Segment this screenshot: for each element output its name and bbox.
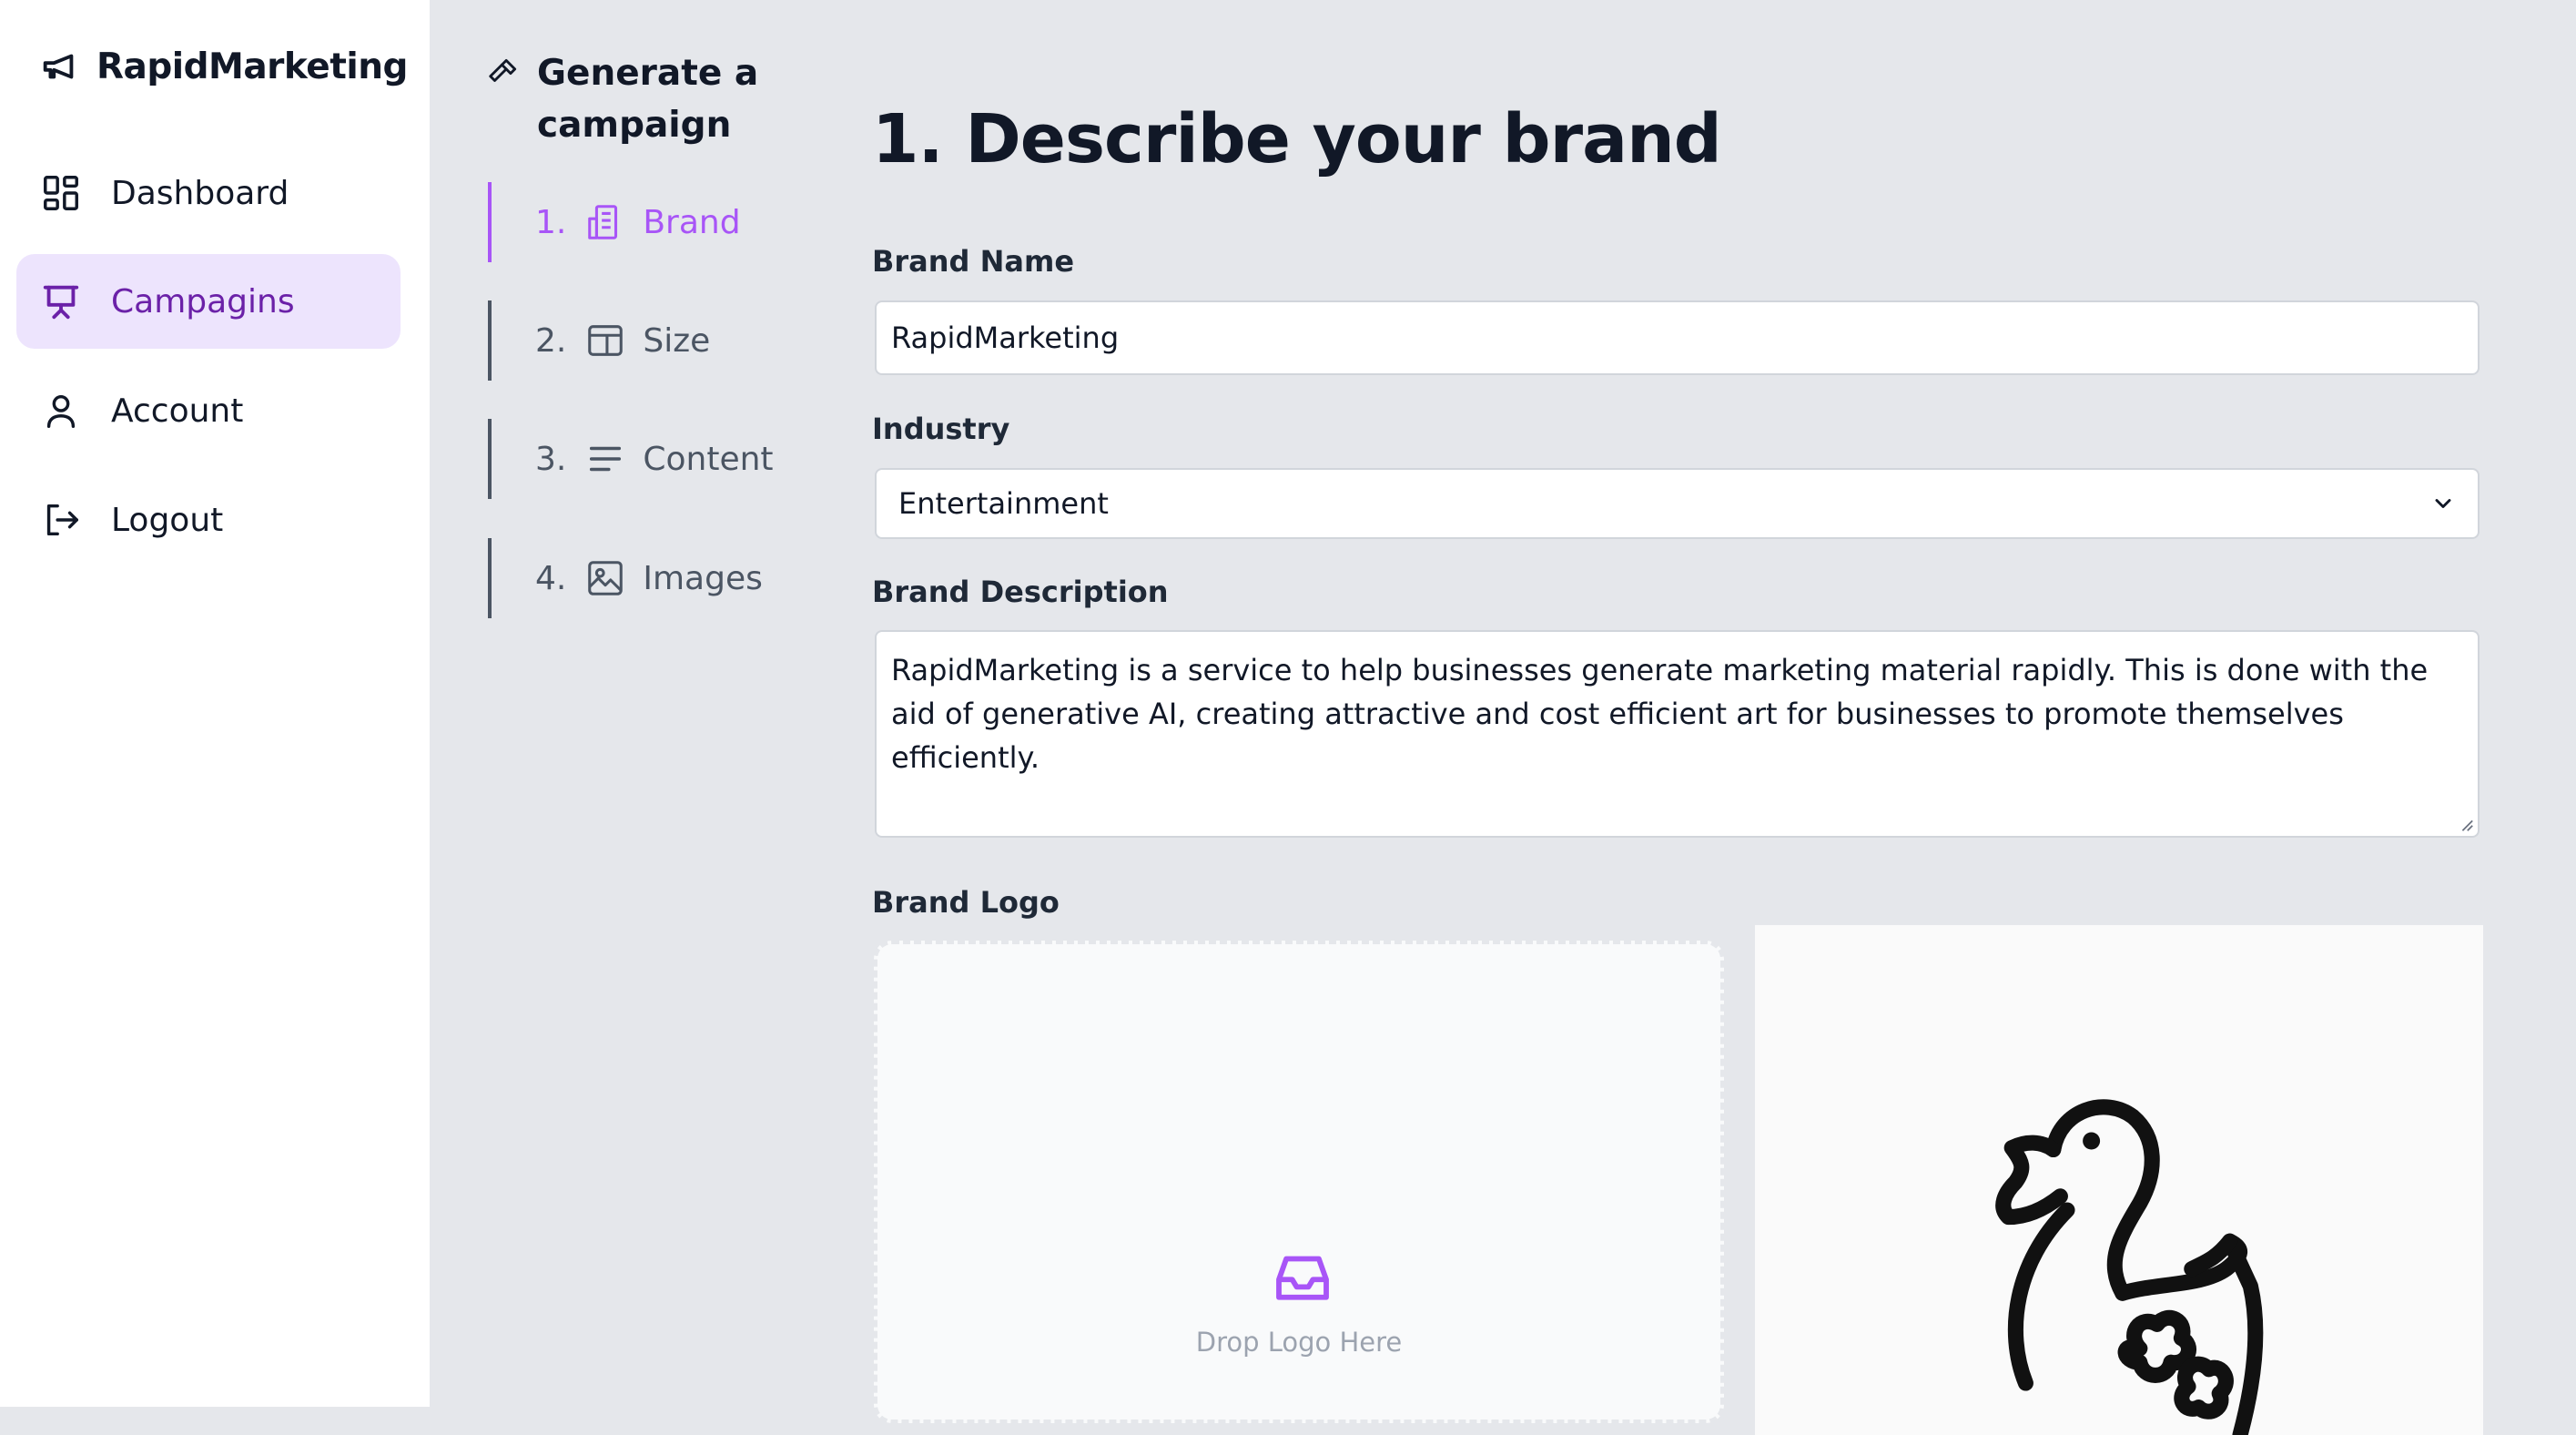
sidebar-item-label: Account — [111, 392, 244, 430]
brand-logo-label: Brand Logo — [872, 885, 1060, 920]
image-icon — [588, 561, 624, 595]
wizard-title-text: Generate a campaign — [537, 53, 759, 146]
sidebar-item-label: Logout — [111, 501, 224, 539]
app-brand[interactable]: RapidMarketing — [38, 46, 408, 87]
app-name: RapidMarketing — [96, 46, 408, 87]
step-size[interactable]: 2. Size — [488, 300, 710, 381]
sidebar-item-label: Campagins — [111, 282, 295, 321]
building-icon — [588, 205, 618, 239]
brand-description-text: RapidMarketing is a service to help busi… — [891, 653, 2429, 775]
text-lines-icon — [590, 446, 622, 472]
step-number: 2. — [535, 321, 567, 360]
step-content[interactable]: 3. Content — [488, 419, 774, 499]
step-number: 4. — [535, 559, 567, 597]
inbox-tray-icon — [1276, 1256, 1329, 1300]
user-icon — [46, 394, 76, 428]
chevron-down-icon — [2435, 499, 2451, 508]
brand-description-label: Brand Description — [872, 575, 1169, 609]
megaphone-icon — [43, 54, 74, 79]
sidebar-item-logout[interactable]: Logout — [16, 473, 401, 567]
resize-grip-icon[interactable] — [2458, 816, 2474, 832]
hammer-icon — [489, 58, 517, 82]
brand-name-input[interactable]: RapidMarketing — [875, 300, 2480, 375]
step-label: Brand — [643, 203, 741, 241]
step-images[interactable]: 4. Images — [488, 538, 763, 618]
logout-icon — [46, 504, 78, 536]
duck-logo-image — [1995, 1099, 2264, 1435]
sidebar-item-label: Dashboard — [111, 174, 289, 212]
brand-name-label: Brand Name — [872, 244, 1075, 279]
drop-logo-text: Drop Logo Here — [1195, 1327, 1403, 1358]
page-title: 1. Describe your brand — [872, 100, 1722, 178]
sidebar-item-campaigns[interactable]: Campagins — [16, 254, 401, 349]
step-number: 3. — [535, 440, 567, 478]
step-label: Images — [643, 559, 763, 597]
logo-dropzone[interactable]: Drop Logo Here — [874, 941, 1724, 1423]
sidebar-item-account[interactable]: Account — [16, 363, 401, 458]
sidebar: RapidMarketing Dashboard Campagins Accou… — [0, 0, 430, 1407]
presentation-icon — [43, 285, 79, 320]
sidebar-item-dashboard[interactable]: Dashboard — [16, 146, 401, 240]
step-brand[interactable]: 1. Brand — [488, 182, 741, 262]
step-label: Size — [643, 321, 711, 360]
logo-preview — [1755, 925, 2483, 1435]
industry-selected-value: Entertainment — [898, 486, 1109, 521]
wizard-title: Generate a campaign — [486, 47, 810, 151]
industry-label: Industry — [872, 412, 1010, 446]
industry-select[interactable]: Entertainment — [875, 468, 2480, 539]
step-number: 1. — [535, 203, 567, 241]
dashboard-icon — [44, 176, 78, 210]
step-label: Content — [643, 440, 774, 478]
brand-description-textarea[interactable]: RapidMarketing is a service to help busi… — [875, 630, 2480, 838]
layout-icon — [588, 325, 624, 356]
